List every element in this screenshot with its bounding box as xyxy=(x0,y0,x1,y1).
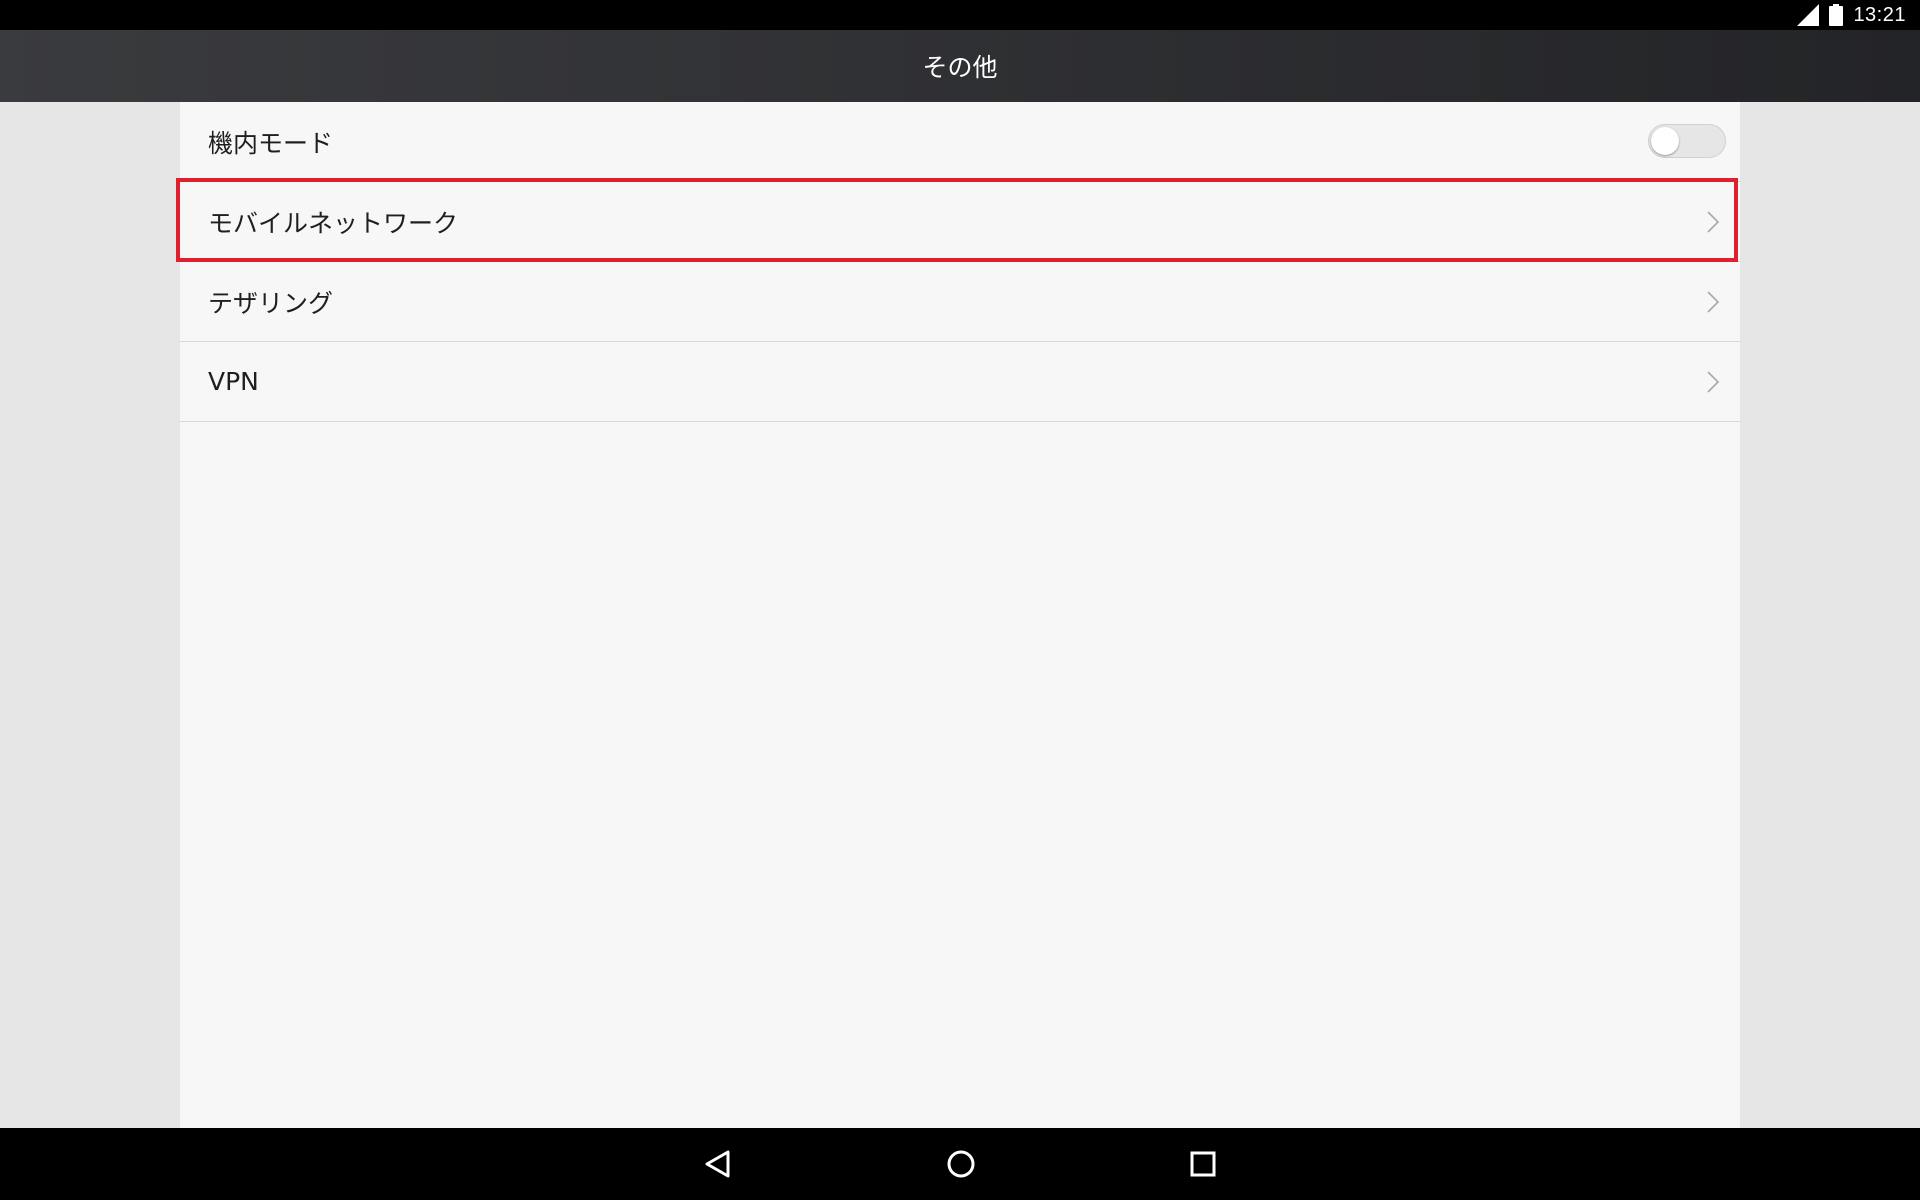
battery-icon xyxy=(1829,4,1844,26)
status-icons: 13:21 xyxy=(1797,0,1906,30)
toggle-knob xyxy=(1651,127,1679,155)
status-bar: 13:21 xyxy=(0,0,1920,30)
signal-icon xyxy=(1797,4,1820,26)
nav-bar xyxy=(0,1128,1920,1200)
recents-icon xyxy=(1190,1151,1216,1177)
status-time: 13:21 xyxy=(1853,3,1906,26)
settings-item-tethering[interactable]: テザリング xyxy=(180,262,1740,342)
settings-item-label: 機内モード xyxy=(208,128,334,158)
settings-item-vpn[interactable]: VPN xyxy=(180,342,1740,422)
chevron-right-icon xyxy=(1707,370,1720,393)
home-icon xyxy=(947,1150,975,1178)
settings-list: 機内モード モバイルネットワーク テザリング VPN xyxy=(180,102,1740,1128)
settings-item-airplane-mode[interactable]: 機内モード xyxy=(180,102,1740,182)
chevron-right-icon xyxy=(1707,290,1720,313)
home-button[interactable] xyxy=(937,1140,985,1188)
chevron-right-icon xyxy=(1707,210,1720,233)
settings-item-label: VPN xyxy=(208,367,259,396)
settings-item-mobile-network[interactable]: モバイルネットワーク xyxy=(180,182,1740,262)
title-bar: その他 xyxy=(0,30,1920,102)
settings-item-label: モバイルネットワーク xyxy=(208,208,459,238)
settings-item-label: テザリング xyxy=(208,288,334,318)
back-button[interactable] xyxy=(694,1140,742,1188)
back-icon xyxy=(705,1150,730,1178)
recents-button[interactable] xyxy=(1179,1140,1227,1188)
page-title: その他 xyxy=(922,53,998,82)
airplane-mode-toggle[interactable] xyxy=(1648,124,1726,158)
